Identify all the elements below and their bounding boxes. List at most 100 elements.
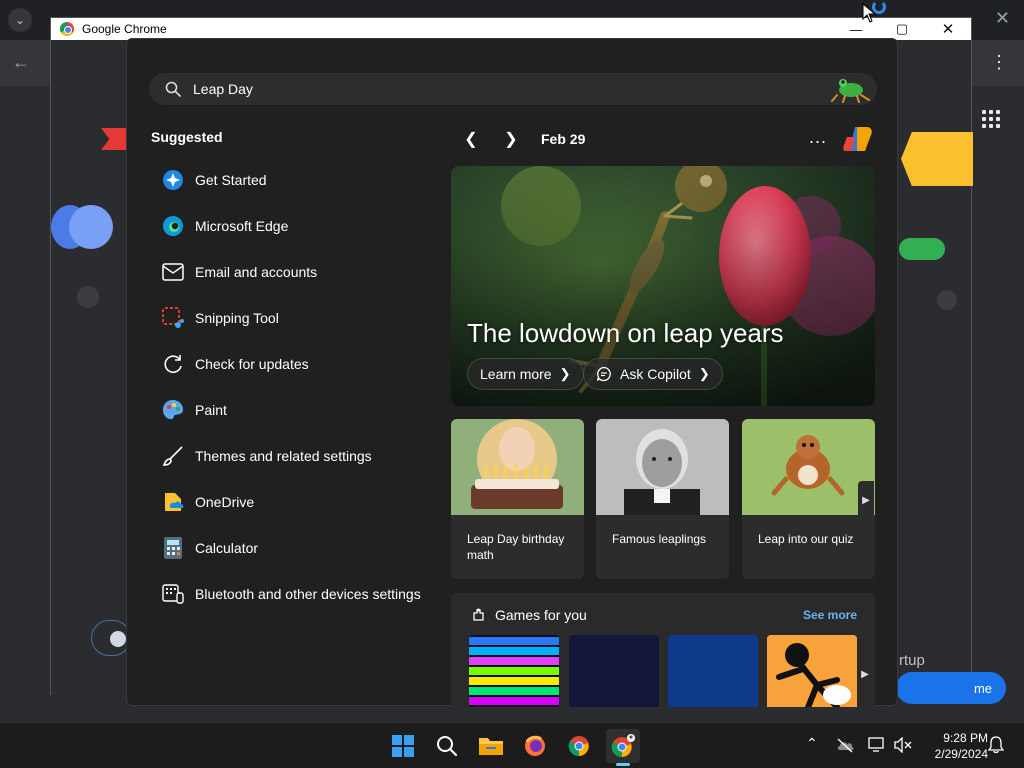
taskbar-search-button[interactable]	[430, 729, 464, 763]
firefox-icon	[525, 735, 545, 756]
close-button[interactable]: ✕	[925, 18, 971, 40]
chrome-title-bar[interactable]: Google Chrome — ▢ ✕	[51, 18, 971, 40]
apps-grid-icon[interactable]	[982, 110, 1000, 128]
clock-time: 9:28 PM	[943, 731, 988, 745]
suggested-item-bluetooth[interactable]: Bluetooth and other devices settings	[151, 571, 431, 617]
suggested-item-label: Get Started	[195, 172, 267, 188]
suggested-item-microsoft-edge[interactable]: Microsoft Edge	[151, 203, 431, 249]
search-box[interactable]	[149, 73, 877, 105]
firefox-button[interactable]	[518, 729, 552, 763]
see-more-link[interactable]: See more	[803, 608, 857, 622]
suggested-list: Get Started Microsoft Edge Email and acc…	[151, 157, 431, 617]
games-title: Games for you	[495, 607, 587, 623]
card-famous-leaplings[interactable]: Famous leaplings	[596, 419, 729, 579]
tab-search-button[interactable]: ⌄	[8, 8, 32, 32]
decor-red-shape	[101, 128, 129, 150]
suggested-item-label: Microsoft Edge	[195, 218, 289, 234]
start-button[interactable]	[386, 729, 420, 763]
next-arrow-button[interactable]: ❯	[501, 129, 521, 149]
chrome-icon	[568, 736, 589, 757]
suggested-item-check-updates[interactable]: Check for updates	[151, 341, 431, 387]
card-caption: Leap into our quiz	[758, 532, 854, 546]
game-tile[interactable]	[469, 635, 559, 707]
search-flyout: Suggested Get Started Microsoft Edge Ema…	[126, 38, 898, 707]
file-explorer-button[interactable]	[474, 729, 508, 763]
onedrive-icon	[161, 490, 185, 514]
network-icon[interactable]	[868, 737, 886, 753]
decor-green-pill	[899, 238, 945, 260]
previous-arrow-button[interactable]: ❮	[461, 129, 481, 149]
refresh-icon	[161, 352, 185, 376]
suggested-item-label: Themes and related settings	[195, 448, 372, 464]
ask-copilot-label: Ask Copilot	[620, 366, 691, 382]
copilot-icon[interactable]	[843, 125, 875, 153]
decor-yellow-shape	[901, 132, 973, 186]
stickman-game-image	[767, 635, 857, 707]
folder-icon	[479, 738, 503, 755]
suggested-item-label: Snipping Tool	[195, 310, 279, 326]
suggested-item-calculator[interactable]: Calculator	[151, 525, 431, 571]
games-next-arrow[interactable]: ▶	[857, 655, 873, 693]
maximize-button[interactable]: ▢	[879, 18, 925, 40]
chrome-taskbar-button[interactable]	[562, 729, 596, 763]
calculator-icon	[161, 536, 185, 560]
suggested-item-label: Calculator	[195, 540, 259, 556]
portrait-image	[596, 419, 729, 515]
card-leap-quiz[interactable]: Leap into our quiz	[742, 419, 875, 579]
suggested-heading: Suggested	[151, 129, 223, 145]
show-hidden-icons-chevron-icon[interactable]: ⌃	[806, 735, 818, 752]
window-title: Google Chrome	[82, 22, 167, 36]
taskbar-clock[interactable]: 9:28 PM 2/29/2024	[918, 730, 988, 762]
card-leap-day-birthday[interactable]: Leap Day birthday math	[451, 419, 584, 579]
kebab-menu-icon[interactable]: ⋮	[990, 52, 1008, 73]
snipping-tool-icon	[161, 306, 185, 330]
paint-icon	[161, 398, 185, 422]
card-caption: Leap Day birthday math	[467, 532, 565, 562]
frog-icon	[831, 79, 870, 103]
profile-avatar-button[interactable]	[91, 620, 131, 656]
decor-dot	[937, 290, 957, 310]
suggested-item-snipping-tool[interactable]: Snipping Tool	[151, 295, 431, 341]
chevron-right-icon: ❯	[559, 366, 571, 381]
highlight-cards: Leap Day birthday math Famous leaplings	[451, 419, 875, 579]
background-close-icon[interactable]: ✕	[995, 8, 1010, 29]
suggested-item-get-started[interactable]: Get Started	[151, 157, 431, 203]
decor-dot	[77, 286, 99, 308]
notification-bell-icon[interactable]	[988, 736, 1004, 754]
suggested-item-themes[interactable]: Themes and related settings	[151, 433, 431, 479]
chat-bubble-icon	[596, 366, 611, 382]
birthday-cake-image	[451, 419, 584, 515]
windows-logo-icon	[392, 735, 414, 757]
devices-icon	[161, 582, 185, 606]
chrome-profile-icon	[611, 734, 635, 758]
back-arrow-icon[interactable]: ←	[12, 52, 30, 73]
ask-copilot-button[interactable]: Ask Copilot ❯	[583, 358, 723, 390]
chrome-profile-taskbar-button[interactable]	[606, 729, 640, 763]
hero-card[interactable]: The lowdown on leap years Learn more ❯ A…	[451, 166, 875, 406]
cards-next-arrow[interactable]: ▶	[858, 481, 874, 519]
game-tile[interactable]	[668, 635, 758, 707]
volume-muted-icon[interactable]	[894, 737, 912, 753]
learn-more-label: Learn more	[480, 366, 552, 382]
suggested-item-label: Check for updates	[195, 356, 309, 372]
onedrive-offline-icon[interactable]	[836, 737, 854, 753]
learn-more-button[interactable]: Learn more ❯	[467, 358, 584, 390]
game-tile[interactable]	[767, 635, 857, 707]
game-tile[interactable]	[569, 635, 659, 707]
suggested-item-paint[interactable]: Paint	[151, 387, 431, 433]
home-button[interactable]: me	[896, 672, 1006, 704]
suggested-item-label: Email and accounts	[195, 264, 318, 280]
hero-title: The lowdown on leap years	[467, 318, 784, 348]
get-started-icon	[161, 168, 185, 192]
taskbar: ⌃ 9:28 PM 2/29/2024	[0, 722, 1024, 768]
startup-text: rtup	[899, 652, 925, 669]
suggested-item-email-accounts[interactable]: Email and accounts	[151, 249, 431, 295]
suggested-item-label: OneDrive	[195, 494, 255, 510]
squirrel-image	[742, 419, 875, 515]
suggested-item-onedrive[interactable]: OneDrive	[151, 479, 431, 525]
brush-icon	[161, 444, 185, 468]
highlights-nav: ❮ ❯ Feb 29 ...	[461, 125, 877, 153]
more-options-icon[interactable]: ...	[809, 127, 827, 148]
search-input[interactable]	[193, 81, 793, 97]
highlights-date: Feb 29	[541, 131, 586, 147]
